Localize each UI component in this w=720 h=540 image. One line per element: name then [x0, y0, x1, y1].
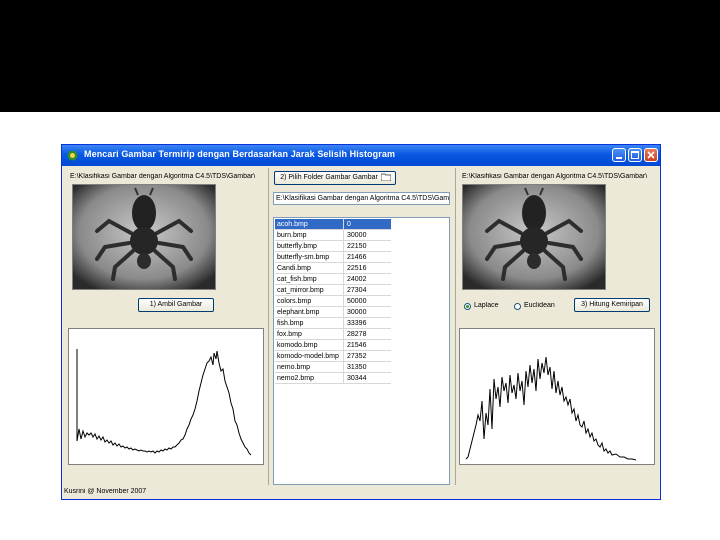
file-name-cell: cat_fish.bmp	[277, 274, 344, 285]
file-name-cell: acoh.bmp	[277, 219, 344, 230]
file-name-cell: elephant.bmp	[277, 307, 344, 318]
right-path-label: E:\Klasifikasi Gambar dengan Algoritma C…	[462, 173, 648, 180]
maximize-icon	[631, 151, 639, 159]
file-list-row[interactable]: acoh.bmp 0	[275, 219, 391, 230]
app-icon	[67, 150, 78, 161]
file-name-cell: butterfly-sm.bmp	[277, 252, 344, 263]
folder-path-field[interactable]: E:\Klasifikasi Gambar dengan Algoritma C…	[273, 192, 450, 205]
distance-value-cell: 28278	[347, 331, 367, 338]
file-list-row[interactable]: nemo.bmp 31350	[275, 362, 391, 373]
file-list-row[interactable]: komodo.bmp 21546	[275, 340, 391, 351]
file-list-row[interactable]: fish.bmp 33396	[275, 318, 391, 329]
distance-value-cell: 21546	[347, 342, 367, 349]
app-window: Mencari Gambar Termirip dengan Berdasark…	[61, 144, 661, 500]
file-list-row[interactable]: cat_mirror.bmp 27304	[275, 285, 391, 296]
distance-value-cell: 30000	[347, 309, 367, 316]
distance-value-cell: 50000	[347, 298, 367, 305]
file-name-cell: komodo-model.bmp	[277, 351, 344, 362]
file-list-row[interactable]: nemo2.bmp 30344	[275, 373, 391, 384]
laplace-radio[interactable]	[464, 303, 471, 310]
file-name-cell: fox.bmp	[277, 329, 344, 340]
minimize-button[interactable]	[612, 148, 626, 162]
distance-value-cell: 22150	[347, 243, 367, 250]
laplace-label: Laplace	[474, 302, 499, 309]
distance-value-cell: 30344	[347, 375, 367, 382]
left-path-label: E:\Klasifikasi Gambar dengan Algoritma C…	[70, 173, 256, 180]
result-histogram	[459, 328, 655, 465]
select-folder-label: 2) Pilih Folder Gambar Gambar	[280, 174, 378, 181]
file-list-row[interactable]: burn.bmp 30000	[275, 230, 391, 241]
file-list-row[interactable]: elephant.bmp 30000	[275, 307, 391, 318]
distance-value-cell: 24002	[347, 276, 367, 283]
load-image-button[interactable]: 1) Ambil Gambar	[138, 298, 214, 312]
close-button[interactable]	[644, 148, 658, 162]
distance-value-cell: 21466	[347, 254, 367, 261]
euclidean-radio[interactable]	[514, 303, 521, 310]
file-name-cell: nemo.bmp	[277, 362, 344, 373]
query-image	[72, 184, 216, 290]
file-name-cell: burn.bmp	[277, 230, 344, 241]
black-header-band	[0, 0, 720, 112]
distance-value-cell: 31350	[347, 364, 367, 371]
close-icon	[647, 151, 655, 159]
window-title: Mencari Gambar Termirip dengan Berdasark…	[84, 149, 396, 159]
distance-value-cell: 33396	[347, 320, 367, 327]
file-list-row[interactable]: butterfly.bmp 22150	[275, 241, 391, 252]
file-list-row[interactable]: butterfly-sm.bmp 21466	[275, 252, 391, 263]
file-list-row[interactable]: komodo-model.bmp 27352	[275, 351, 391, 362]
compute-similarity-button[interactable]: 3) Hitung Kemiripan	[574, 298, 650, 312]
file-name-cell: nemo2.bmp	[277, 373, 344, 384]
file-list-row[interactable]: fox.bmp 28278	[275, 329, 391, 340]
file-name-cell: cat_mirror.bmp	[277, 285, 344, 296]
file-name-cell: komodo.bmp	[277, 340, 344, 351]
file-name-cell: butterfly.bmp	[277, 241, 344, 252]
euclidean-label: Euclidean	[524, 302, 555, 309]
status-bar: Kusrini @ November 2007	[62, 487, 660, 499]
minimize-icon	[616, 157, 622, 159]
file-list[interactable]: acoh.bmp 0 burn.bmp 30000 butterfly.bmp 22150…	[273, 217, 450, 485]
title-bar[interactable]: Mencari Gambar Termirip dengan Berdasark…	[62, 145, 660, 166]
select-folder-button[interactable]: 2) Pilih Folder Gambar Gambar	[274, 171, 396, 185]
distance-value-cell: 30000	[347, 232, 367, 239]
query-histogram	[68, 328, 264, 465]
distance-value-cell: 0	[347, 221, 351, 228]
distance-value-cell: 27304	[347, 287, 367, 294]
status-text: Kusrini @ November 2007	[64, 488, 147, 495]
file-name-cell: Candi.bmp	[277, 263, 344, 274]
distance-value-cell: 27352	[347, 353, 367, 360]
result-image	[462, 184, 606, 290]
folder-icon	[380, 173, 392, 182]
histogram-line	[76, 349, 252, 456]
panel-divider-right	[455, 168, 456, 485]
insect-image	[73, 185, 215, 289]
maximize-button[interactable]	[628, 148, 642, 162]
histogram-line-result	[465, 356, 637, 461]
file-name-cell: fish.bmp	[277, 318, 344, 329]
distance-value-cell: 22516	[347, 265, 367, 272]
file-list-row[interactable]: colors.bmp 50000	[275, 296, 391, 307]
panel-divider-left	[268, 168, 269, 485]
file-name-cell: colors.bmp	[277, 296, 344, 307]
insect-image-result	[463, 185, 605, 289]
file-list-row[interactable]: Candi.bmp 22516	[275, 263, 391, 274]
file-list-row[interactable]: cat_fish.bmp 24002	[275, 274, 391, 285]
